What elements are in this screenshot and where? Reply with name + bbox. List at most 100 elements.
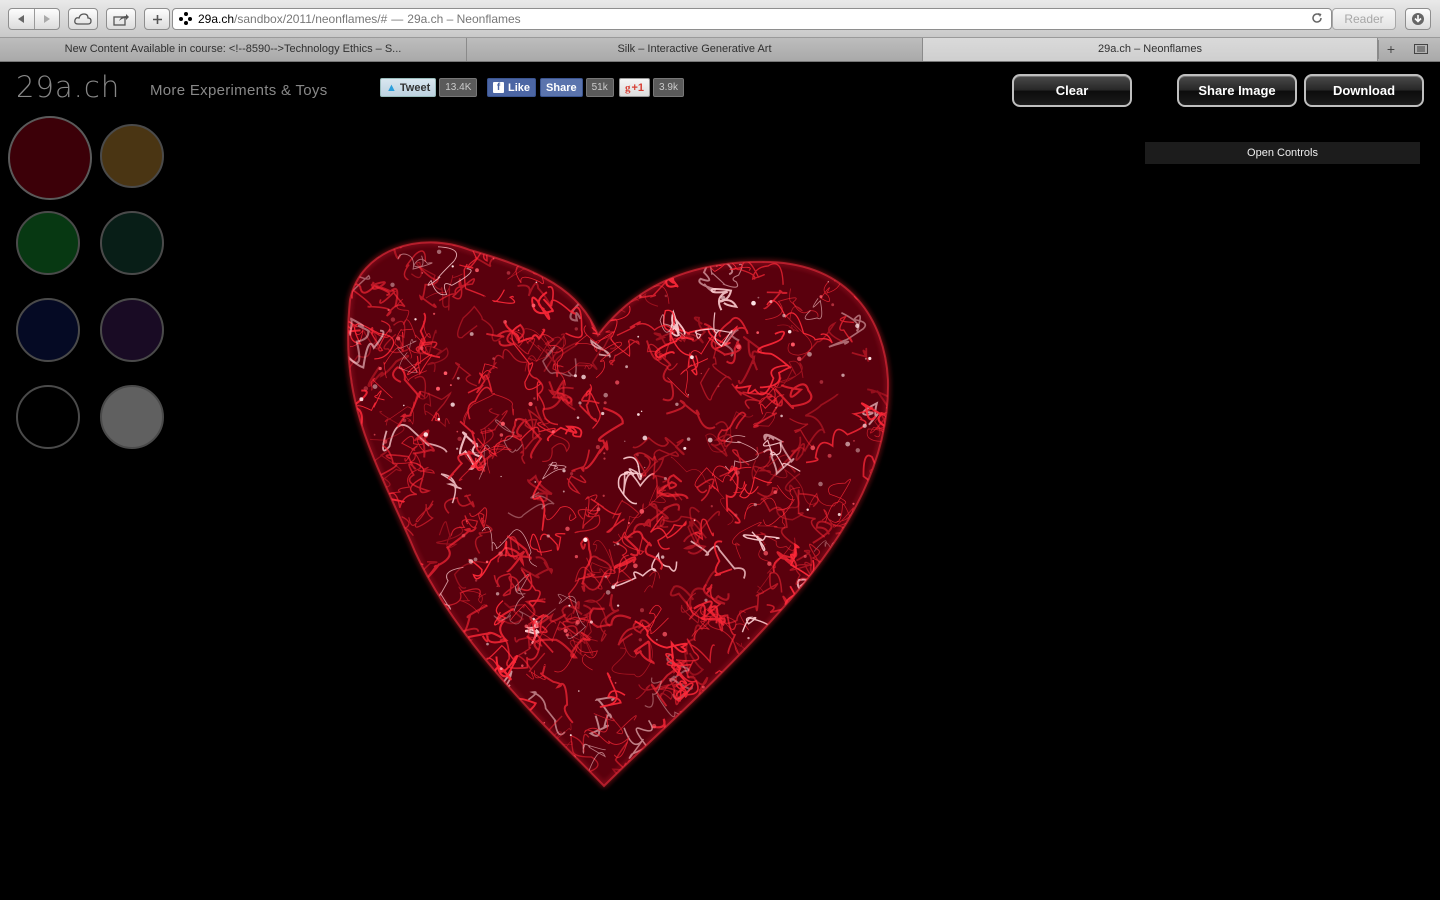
flame-spark [663,477,667,481]
flame-stroke [813,607,847,631]
neonflames-canvas[interactable] [0,0,1440,900]
flame-spark [565,526,570,532]
site-logo[interactable]: 29a.ch [16,70,120,104]
flame-spark [603,457,606,460]
flame-spark [775,407,777,409]
flame-spark [849,627,852,629]
facebook-like-button[interactable]: f Like [487,78,537,97]
flame-stroke [781,736,796,771]
flame-spark [506,751,510,755]
flame-stroke [550,780,571,786]
tweet-button[interactable]: ▲ Tweet [380,78,437,97]
share-image-button[interactable]: Share Image [1177,74,1297,107]
flame-spark [840,619,844,623]
flame-spark [456,447,459,450]
facebook-share-button[interactable]: Share [540,78,583,97]
flame-spark [844,579,846,581]
flame-spark [768,741,771,745]
color-swatch-black[interactable] [16,385,80,449]
flame-stroke [404,710,433,734]
flame-spark [383,439,388,444]
flame-spark [750,689,754,693]
flame-spark [551,430,555,434]
flame-spark [625,365,628,369]
flame-spark [767,561,772,566]
flame-spark [736,344,741,350]
flame-spark [690,355,694,360]
clear-button[interactable]: Clear [1012,74,1132,107]
download-button[interactable]: Download [1304,74,1424,107]
flame-spark [603,392,608,398]
color-swatch-navy[interactable] [16,298,80,362]
flame-stroke [769,631,800,666]
flame-stroke [851,242,886,245]
flame-stroke [406,747,433,783]
flame-spark [372,384,378,389]
flame-spark [443,371,448,376]
flame-stroke [555,242,591,286]
color-swatch-purple[interactable] [100,298,164,362]
flame-spark [613,544,616,546]
flame-spark [644,466,646,469]
flame-spark [627,735,630,738]
flame-spark [521,664,524,667]
flame-spark [397,729,399,731]
flame-spark [457,436,462,442]
flame-spark [596,507,601,512]
color-swatch-dark-red[interactable] [8,116,92,200]
flame-spark [524,652,527,655]
flame-spark [642,435,648,441]
open-controls-button[interactable]: Open Controls [1145,142,1420,164]
flame-stroke [849,769,889,786]
flame-spark [362,510,367,514]
flame-spark [562,490,565,493]
flame-spark [687,770,690,773]
flame-stroke [466,699,490,744]
flame-spark [514,418,518,421]
flame-spark [876,515,881,520]
flame-spark [819,380,824,384]
flame-stroke [522,750,556,786]
flame-stroke [605,261,637,286]
flame-stroke [796,697,843,723]
flame-spark [686,437,691,441]
flame-stroke [575,242,613,260]
flame-stroke [592,271,615,284]
flame-spark [504,547,508,550]
flame-stroke [348,682,354,713]
more-experiments-link[interactable]: More Experiments & Toys [150,82,328,99]
gplus-button[interactable]: g +1 [619,78,651,97]
gplus-label: +1 [631,81,645,94]
flame-stroke [434,742,465,777]
flame-stroke [506,788,528,808]
flame-stroke [348,764,367,786]
flame-spark [693,519,696,522]
flame-stroke [738,699,773,745]
flame-stroke [752,711,776,735]
color-swatch-green[interactable] [16,211,80,275]
color-swatch-brown[interactable] [100,124,164,188]
flame-spark [595,285,598,288]
gplus-widget: g +1 3.9k [619,78,684,97]
flame-stroke [422,766,457,786]
flame-stroke [751,713,795,744]
color-swatch-dark-teal[interactable] [100,211,164,275]
flame-stroke [610,261,641,296]
flame-spark [705,698,708,702]
color-swatch-gray[interactable] [100,385,164,449]
flame-spark [878,760,881,763]
flame-stroke [673,731,699,756]
flame-stroke [864,611,886,636]
flame-stroke [547,246,571,266]
flame-stroke [849,739,877,770]
flame-spark [396,336,401,341]
flame-spark [675,402,679,407]
tweet-label: Tweet [399,81,431,94]
flame-stroke [348,242,358,244]
flame-spark [463,649,465,652]
flame-spark [412,690,416,694]
flame-stroke [712,684,739,706]
flame-spark [574,775,577,778]
flame-stroke [820,689,856,720]
flame-spark [790,342,795,347]
